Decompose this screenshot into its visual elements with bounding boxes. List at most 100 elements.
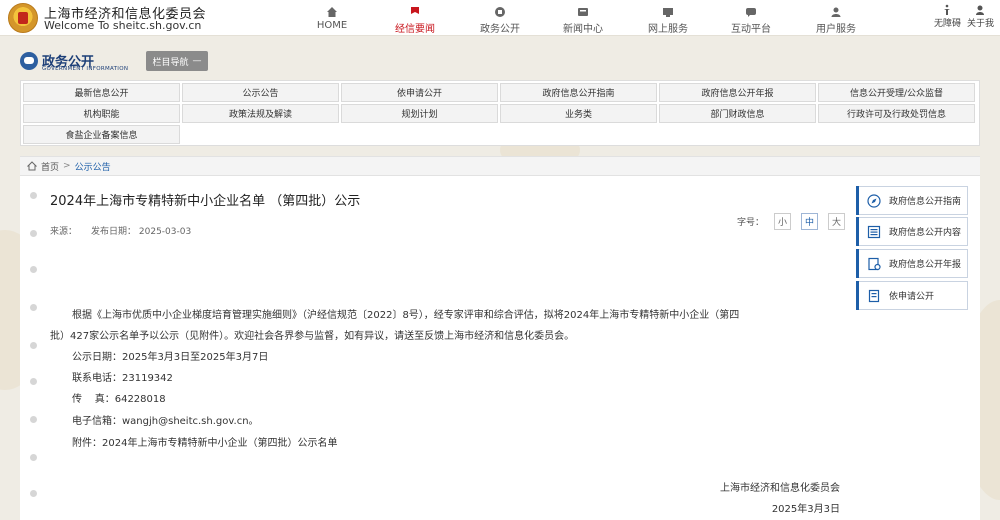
attachment-link[interactable]: 附件：2024年上海市专精特新中小企业（第四批）公示名单 <box>50 434 840 454</box>
newsroom-icon <box>577 6 589 18</box>
article-paragraph: 公示日期：2025年3月3日至2025年3月7日 <box>72 352 269 363</box>
signature-date: 2025年3月3日 <box>771 504 840 515</box>
header-tools: 无障碍 关于我 <box>934 4 994 29</box>
font-size-large-button[interactable]: 大 <box>828 213 846 230</box>
list-icon <box>867 225 881 239</box>
open-gov-icon <box>494 6 506 18</box>
grid-item[interactable]: 最新信息公开 <box>23 83 180 102</box>
nav-user-service[interactable]: 用户服务 <box>800 0 872 36</box>
font-size-small-button[interactable]: 小 <box>774 213 792 230</box>
date-label: 发布日期： <box>91 227 137 237</box>
accessibility-icon <box>941 4 953 16</box>
dot <box>30 416 37 423</box>
grid-item[interactable]: 政策法规及解读 <box>182 104 339 123</box>
dot <box>30 378 37 385</box>
speech-bubble-icon <box>20 52 38 70</box>
application-icon <box>867 289 881 303</box>
side-accent <box>856 281 859 310</box>
font-size-control: 字号： 小 中 大 <box>737 213 846 230</box>
side-accent <box>856 249 859 278</box>
dot <box>30 192 37 199</box>
emblem-logo[interactable] <box>8 3 38 33</box>
about-icon <box>974 4 986 16</box>
report-icon <box>867 257 881 271</box>
news-flag-icon <box>409 6 421 18</box>
grid-item[interactable]: 政府信息公开年报 <box>659 83 816 102</box>
grid-item[interactable]: 依申请公开 <box>341 83 498 102</box>
article-title: 2024年上海市专精特新中小企业名单 （第四批）公示 <box>50 194 361 209</box>
accessibility-button[interactable]: 无障碍 <box>934 4 961 29</box>
site-url: Welcome To sheitc.sh.gov.cn <box>44 19 202 32</box>
font-size-label: 字号： <box>737 218 765 228</box>
side-link-label: 政府信息公开指南 <box>889 197 962 207</box>
article-source: 来源： <box>50 224 77 237</box>
home-icon <box>326 6 338 18</box>
nav-interaction[interactable]: 互动平台 <box>715 0 787 36</box>
home-icon <box>26 161 38 171</box>
side-link-label: 依申请公开 <box>889 292 935 302</box>
side-accent <box>856 217 859 246</box>
dot <box>30 230 37 237</box>
grid-item[interactable]: 机构职能 <box>23 104 180 123</box>
breadcrumb: 首页 > 公示公告 <box>20 156 980 176</box>
side-link-application[interactable]: 依申请公开 <box>856 281 968 310</box>
nav-label: HOME <box>316 20 348 31</box>
tool-label: 无障碍 <box>933 19 961 29</box>
dot <box>30 454 37 461</box>
side-link-guide[interactable]: 政府信息公开指南 <box>856 186 968 215</box>
online-service-icon <box>662 6 674 18</box>
grid-item[interactable]: 信息公开受理/公众监督 <box>818 83 975 102</box>
collapse-icon: — <box>192 56 202 66</box>
grid-item[interactable]: 政府信息公开指南 <box>500 83 657 102</box>
grid-item[interactable]: 业务类 <box>500 104 657 123</box>
breadcrumb-separator: > <box>63 161 71 171</box>
side-link-content[interactable]: 政府信息公开内容 <box>856 217 968 246</box>
breadcrumb-home[interactable]: 首页 <box>41 160 59 173</box>
column-grid-menu: 最新信息公开 公示公告 依申请公开 政府信息公开指南 政府信息公开年报 信息公开… <box>20 80 980 146</box>
nav-label: 用户服务 <box>816 24 856 35</box>
grid-item[interactable]: 食盐企业备案信息 <box>23 125 180 144</box>
grid-item[interactable]: 公示公告 <box>182 83 339 102</box>
article-paragraph: 电子信箱：wangjh@sheitc.sh.gov.cn。 <box>72 416 259 427</box>
grid-item[interactable]: 部门财政信息 <box>659 104 816 123</box>
dot <box>30 304 37 311</box>
user-service-icon <box>830 6 842 18</box>
side-link-annual-report[interactable]: 政府信息公开年报 <box>856 249 968 278</box>
side-accent <box>856 186 859 215</box>
grid-item[interactable]: 行政许可及行政处罚信息 <box>818 104 975 123</box>
article-date: 发布日期： 2025-03-03 <box>91 224 191 237</box>
site-header: 上海市经济和信息化委员会 Welcome To sheitc.sh.gov.cn… <box>0 0 1000 36</box>
article-paragraph: 批）427家公示名单予以公示（见附件）。欢迎社会各界参与监督，如有异议，请送至反… <box>50 331 575 342</box>
nav-label: 网上服务 <box>648 24 688 35</box>
nav-label: 新闻中心 <box>563 24 603 35</box>
dot <box>30 490 37 497</box>
article-paragraph: 联系电话：23119342 <box>72 373 173 384</box>
nav-newsroom[interactable]: 新闻中心 <box>547 0 619 36</box>
nav-label: 政务公开 <box>480 24 520 35</box>
dot <box>30 342 37 349</box>
nav-open-gov[interactable]: 政务公开 <box>464 0 536 36</box>
section-subtitle: GOVERNMENT INFORMATION <box>42 66 129 72</box>
nav-news[interactable]: 经信要闻 <box>379 0 451 36</box>
nav-label: 经信要闻 <box>395 24 435 35</box>
breadcrumb-current[interactable]: 公示公告 <box>75 160 111 173</box>
column-nav-label: 栏目导航 <box>152 57 189 68</box>
date-value: 2025-03-03 <box>138 227 192 237</box>
grid-item[interactable]: 规划计划 <box>341 104 498 123</box>
tool-label: 关于我 <box>966 19 994 29</box>
dot <box>30 266 37 273</box>
nav-home[interactable]: HOME <box>296 0 368 36</box>
nav-online-service[interactable]: 网上服务 <box>632 0 704 36</box>
column-nav-button[interactable]: 栏目导航 — <box>146 51 208 71</box>
interaction-icon <box>745 6 757 18</box>
article-paragraph: 传 真：64228018 <box>72 394 166 405</box>
article-paragraph: 根据《上海市优质中小企业梯度培育管理实施细则》（沪经信规范〔2022〕8号），经… <box>72 310 740 321</box>
compass-icon <box>867 193 881 208</box>
side-link-label: 政府信息公开年报 <box>889 260 962 270</box>
nav-label: 互动平台 <box>731 24 771 35</box>
about-button[interactable]: 关于我 <box>967 4 994 29</box>
source-label: 来源： <box>50 227 78 237</box>
font-size-medium-button[interactable]: 中 <box>801 213 819 230</box>
side-link-label: 政府信息公开内容 <box>889 228 962 238</box>
signature-org: 上海市经济和信息化委员会 <box>720 483 840 494</box>
